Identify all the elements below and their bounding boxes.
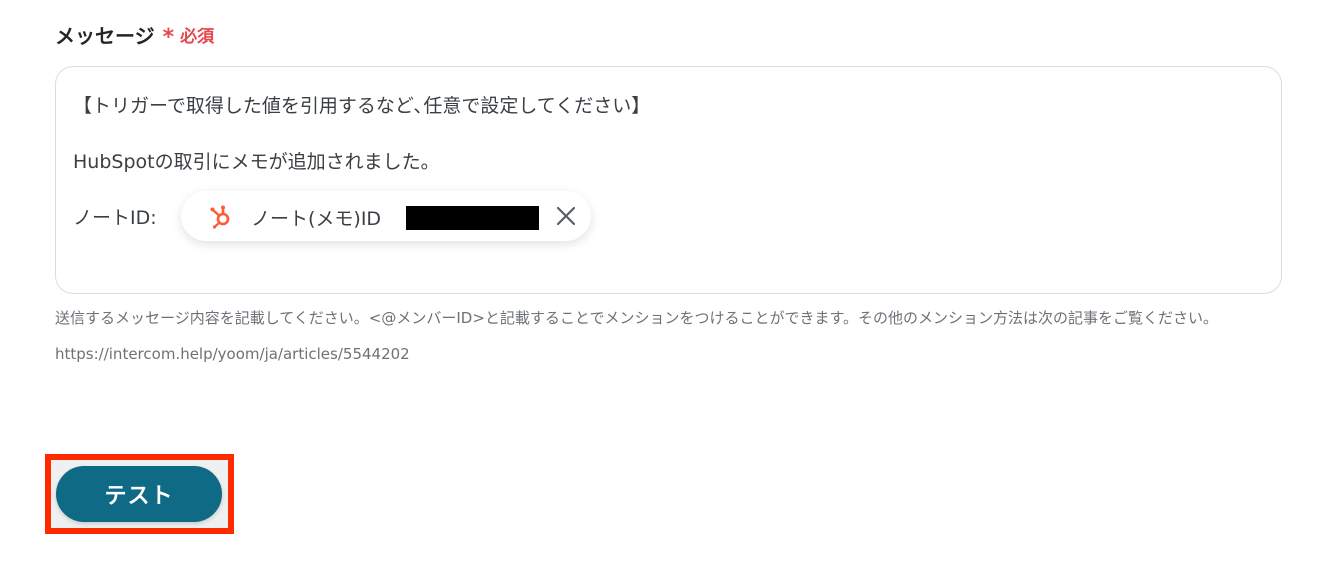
- test-button[interactable]: テスト: [56, 466, 222, 522]
- field-label-row: メッセージ * 必須: [55, 20, 215, 50]
- hubspot-icon: [208, 203, 234, 229]
- message-textarea[interactable]: 【トリガーで取得した値を引用するなど､任意で設定してください】 HubSpotの…: [55, 66, 1282, 294]
- helper-text: 送信するメッセージ内容を記載してください。<@メンバーID>と記載することでメン…: [55, 309, 1218, 363]
- chip-label: ノート(メモ)ID: [251, 208, 382, 230]
- required-star: *: [162, 24, 175, 50]
- field-label: メッセージ: [55, 23, 155, 48]
- close-icon[interactable]: [555, 205, 577, 227]
- required-badge: 必須: [180, 26, 215, 47]
- variable-chip[interactable]: ノート(メモ)ID: [181, 191, 591, 241]
- redacted-block: [406, 206, 539, 230]
- message-line-1: 【トリガーで取得した値を引用するなど､任意で設定してください】: [73, 95, 651, 117]
- message-line-2: HubSpotの取引にメモが追加されました。: [73, 151, 440, 173]
- message-line-3-prefix: ノートID:: [73, 207, 157, 229]
